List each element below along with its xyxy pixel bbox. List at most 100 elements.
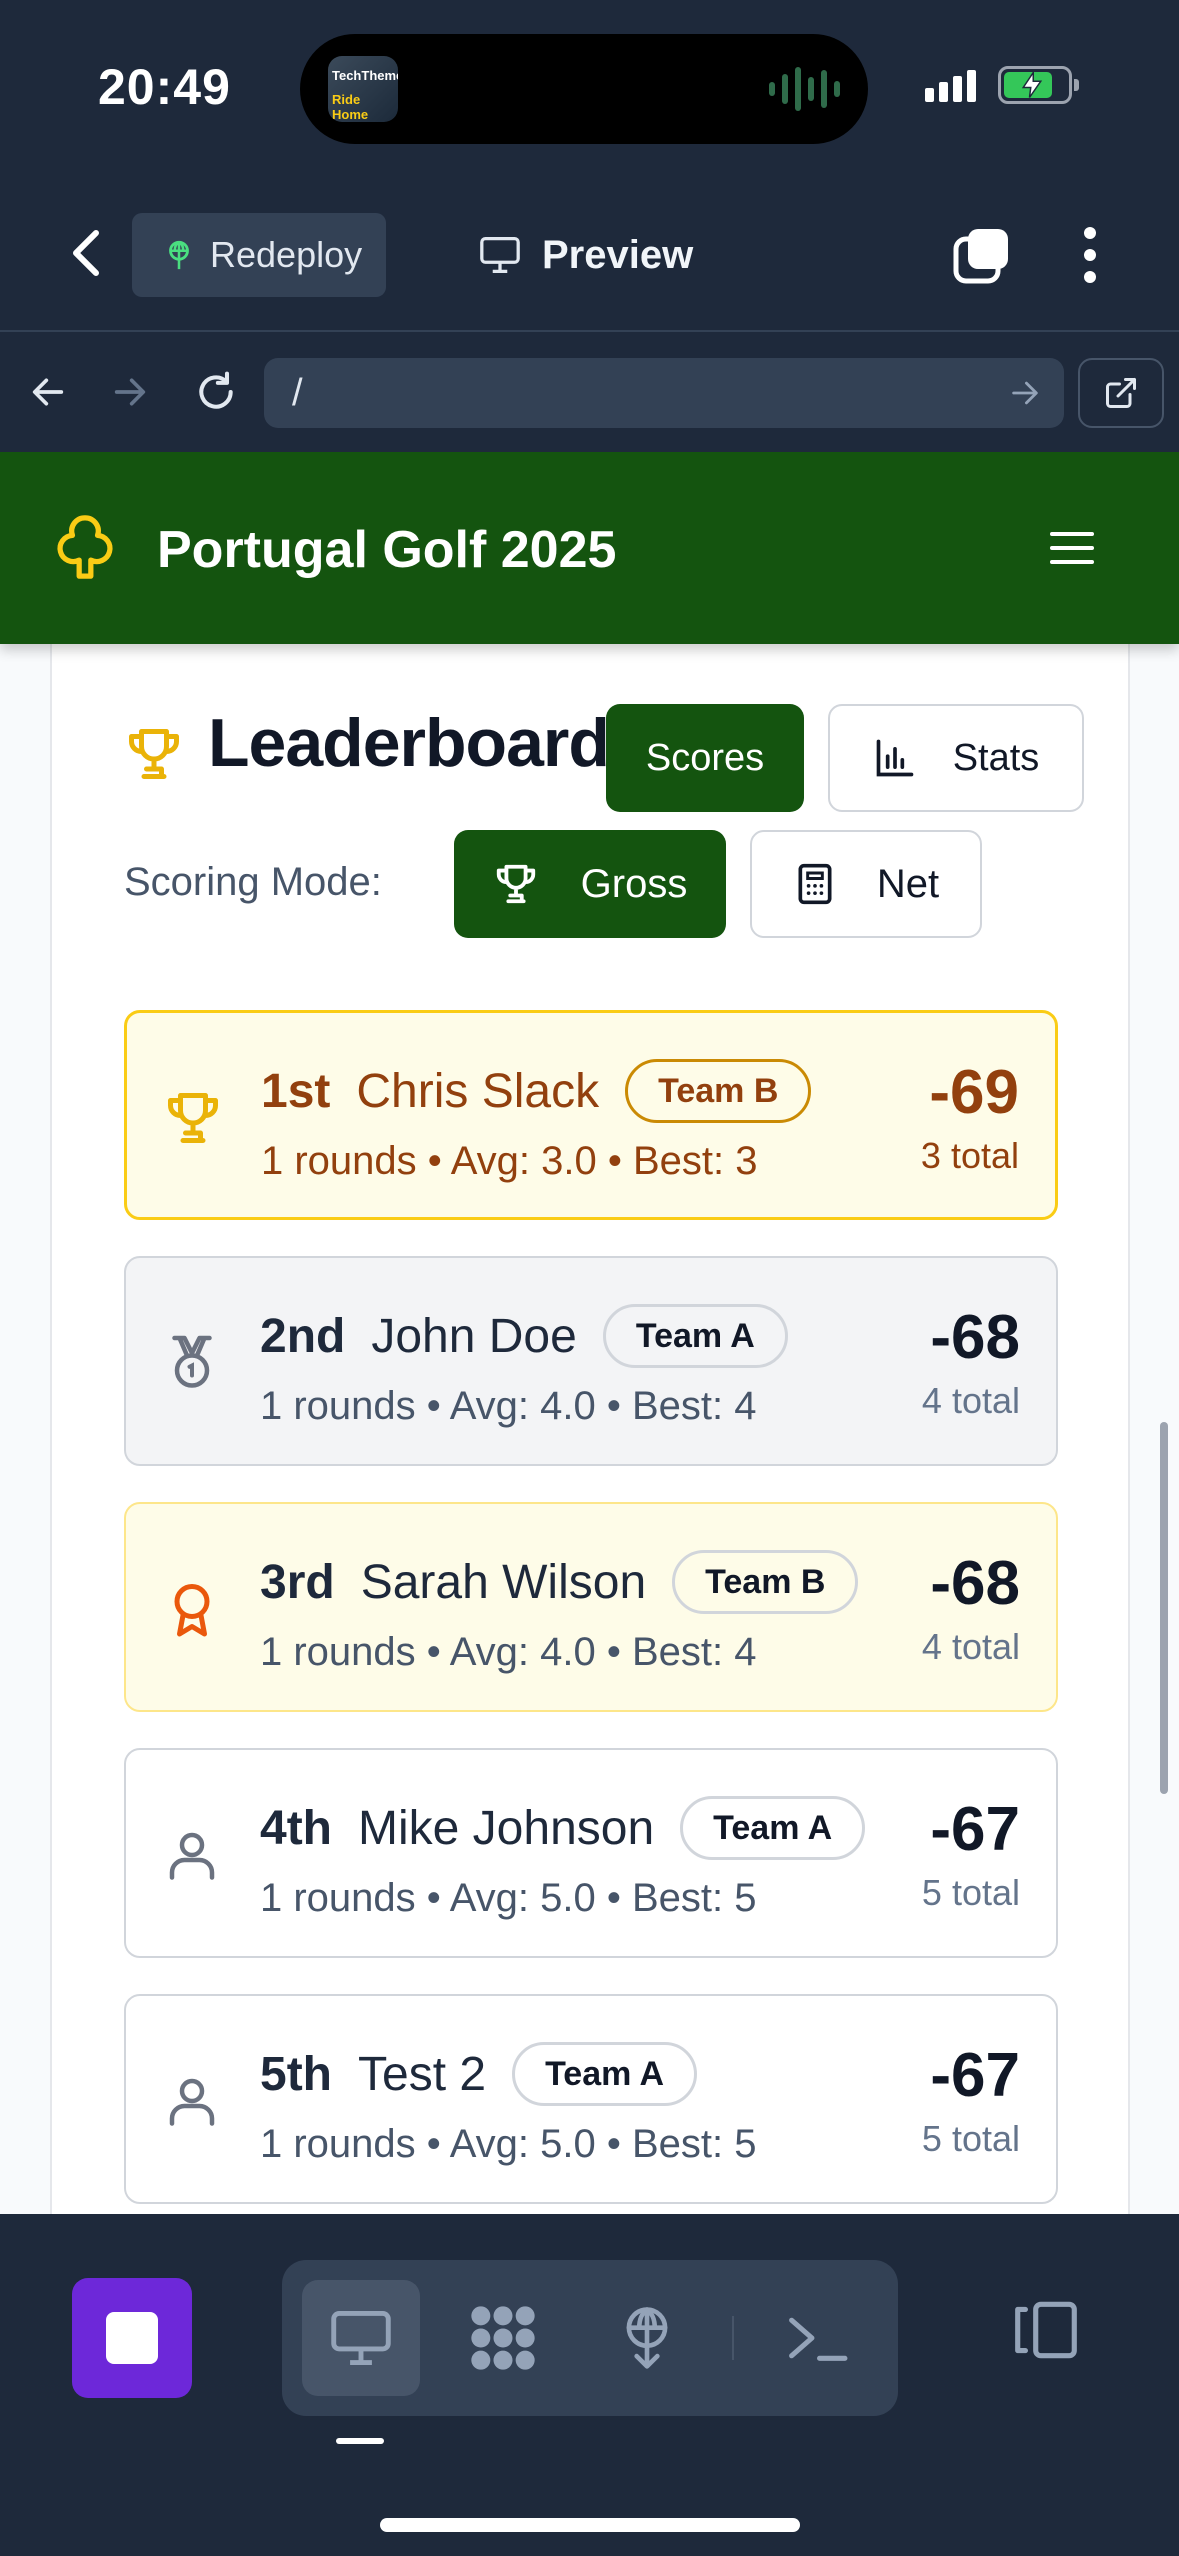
player-rank: 3rd bbox=[260, 1555, 335, 1609]
preview-label: Preview bbox=[542, 232, 694, 277]
redeploy-label: Redeploy bbox=[210, 234, 363, 275]
scoring-mode-label: Scoring Mode: bbox=[124, 860, 382, 904]
bottom-dock bbox=[0, 2214, 1179, 2556]
dynamic-island[interactable]: TechTheme Ride Home bbox=[300, 34, 868, 144]
player-name-line: 5th Test 2 Team A bbox=[260, 2042, 698, 2106]
player-name: John Doe bbox=[371, 1309, 577, 1363]
dock-tab-group bbox=[282, 2260, 898, 2416]
browser-forward-icon[interactable] bbox=[100, 362, 160, 422]
bar-chart-icon bbox=[876, 739, 914, 777]
leaderboard-row[interactable]: 2nd John Doe Team A 1 rounds • Avg: 4.0 … bbox=[124, 1256, 1058, 1466]
dock-deploy-tab[interactable] bbox=[588, 2280, 706, 2396]
now-playing-app-icon[interactable]: TechTheme Ride Home bbox=[328, 56, 398, 122]
back-chevron-icon[interactable] bbox=[62, 225, 112, 281]
more-menu-icon[interactable] bbox=[1072, 225, 1108, 285]
player-name: Mike Johnson bbox=[358, 1801, 655, 1855]
trophy-icon bbox=[496, 864, 535, 904]
dock-packages-tab[interactable] bbox=[444, 2280, 562, 2396]
deploy-icon bbox=[626, 2307, 668, 2369]
browser-bar: / bbox=[0, 330, 1179, 452]
url-input[interactable]: / bbox=[264, 358, 1064, 428]
dock-terminal-tab[interactable] bbox=[758, 2280, 876, 2396]
player-stats: 1 rounds • Avg: 5.0 • Best: 5 bbox=[260, 1876, 757, 1920]
tabs-icon[interactable] bbox=[952, 225, 1012, 285]
player-total: 4 total bbox=[921, 1626, 1020, 1667]
player-rank: 5th bbox=[260, 2047, 332, 2101]
monitor-icon bbox=[331, 2311, 391, 2365]
grid-blob-icon bbox=[471, 2306, 535, 2370]
preview-button[interactable]: Preview bbox=[478, 213, 693, 297]
net-label: Net bbox=[876, 861, 940, 906]
scores-label: Scores bbox=[645, 736, 765, 779]
dock-preview-tab[interactable] bbox=[302, 2280, 420, 2396]
player-score: -68 bbox=[930, 1549, 1020, 1618]
player-score: -69 bbox=[929, 1058, 1019, 1127]
player-name: Chris Slack bbox=[356, 1064, 600, 1118]
team-badge: Team A bbox=[602, 1304, 788, 1368]
leaderboard-title: Leaderboard bbox=[208, 705, 610, 781]
clover-icon bbox=[57, 515, 113, 579]
trophy-icon bbox=[129, 729, 179, 779]
player-stats: 1 rounds • Avg: 3.0 • Best: 3 bbox=[261, 1139, 758, 1183]
leaderboard-row[interactable]: 3rd Sarah Wilson Team B 1 rounds • Avg: … bbox=[124, 1502, 1058, 1712]
player-stats: 1 rounds • Avg: 4.0 • Best: 4 bbox=[260, 1630, 757, 1674]
player-score: -67 bbox=[930, 2041, 1020, 2110]
island-app-line2: Ride Home bbox=[332, 92, 369, 122]
hamburger-menu-icon[interactable] bbox=[1050, 532, 1094, 564]
user-icon bbox=[169, 1832, 215, 1880]
net-mode-button[interactable]: Net bbox=[750, 830, 982, 938]
monitor-icon bbox=[480, 236, 520, 273]
player-name: Sarah Wilson bbox=[360, 1555, 647, 1609]
medal-icon bbox=[172, 1335, 212, 1388]
player-name: Test 2 bbox=[358, 2047, 487, 2101]
gross-label: Gross bbox=[580, 861, 688, 906]
signal-icon bbox=[925, 70, 976, 102]
stop-button[interactable] bbox=[72, 2278, 192, 2398]
leaderboard-row[interactable]: 4th Mike Johnson Team A 1 rounds • Avg: … bbox=[124, 1748, 1058, 1958]
home-indicator bbox=[380, 2518, 800, 2532]
player-score: -67 bbox=[930, 1795, 1020, 1864]
panel-toggle-icon[interactable] bbox=[1010, 2298, 1082, 2367]
stats-tab-button[interactable]: Stats bbox=[828, 704, 1084, 812]
player-total: 3 total bbox=[920, 1135, 1019, 1176]
redeploy-button[interactable]: Redeploy bbox=[132, 213, 386, 297]
player-stats: 1 rounds • Avg: 4.0 • Best: 4 bbox=[260, 1384, 757, 1428]
status-time: 20:49 bbox=[98, 59, 231, 115]
battery-icon bbox=[998, 66, 1079, 104]
go-arrow-icon[interactable] bbox=[1008, 376, 1042, 410]
user-icon bbox=[169, 2078, 215, 2126]
gross-mode-button[interactable]: Gross bbox=[454, 830, 726, 938]
player-rank: 1st bbox=[261, 1064, 331, 1118]
calculator-icon bbox=[798, 863, 832, 905]
player-name-line: 2nd John Doe Team A bbox=[260, 1304, 788, 1368]
url-text: / bbox=[292, 372, 303, 414]
active-tab-indicator bbox=[336, 2438, 384, 2444]
player-score: -68 bbox=[930, 1303, 1020, 1372]
leaderboard-row[interactable]: 5th Test 2 Team A 1 rounds • Avg: 5.0 • … bbox=[124, 1994, 1058, 2204]
stop-icon bbox=[106, 2312, 158, 2364]
trophy-icon bbox=[168, 1093, 218, 1143]
external-link-icon bbox=[1106, 378, 1136, 408]
player-name-line: 1st Chris Slack Team B bbox=[261, 1059, 812, 1123]
status-bar: 20:49 TechTheme Ride Home bbox=[0, 0, 1179, 175]
site-title: Portugal Golf 2025 bbox=[157, 521, 617, 579]
stats-label: Stats bbox=[952, 736, 1040, 779]
reload-icon[interactable] bbox=[186, 362, 246, 422]
leaderboard-card: Leaderboard Scores Stats Scoring Mode: G… bbox=[50, 632, 1130, 2214]
leaderboard-row[interactable]: 1st Chris Slack Team B 1 rounds • Avg: 3… bbox=[124, 1010, 1058, 1220]
award-icon bbox=[174, 1584, 210, 1637]
player-name-line: 4th Mike Johnson Team A bbox=[260, 1796, 866, 1860]
scores-tab-button[interactable]: Scores bbox=[606, 704, 804, 812]
site-header: Portugal Golf 2025 bbox=[0, 452, 1179, 644]
page-scrollbar[interactable] bbox=[1160, 1422, 1168, 1794]
player-name-line: 3rd Sarah Wilson Team B bbox=[260, 1550, 859, 1614]
player-rank: 4th bbox=[260, 1801, 332, 1855]
web-preview: Portugal Golf 2025 Leaderboard Scores St… bbox=[0, 452, 1179, 2214]
player-rank: 2nd bbox=[260, 1309, 346, 1363]
player-total: 5 total bbox=[921, 2118, 1020, 2159]
team-badge: Team A bbox=[680, 1796, 866, 1860]
browser-back-icon[interactable] bbox=[18, 362, 78, 422]
island-app-line1: TechTheme bbox=[332, 68, 398, 83]
open-external-button[interactable] bbox=[1078, 358, 1164, 428]
team-badge: Team A bbox=[512, 2042, 698, 2106]
